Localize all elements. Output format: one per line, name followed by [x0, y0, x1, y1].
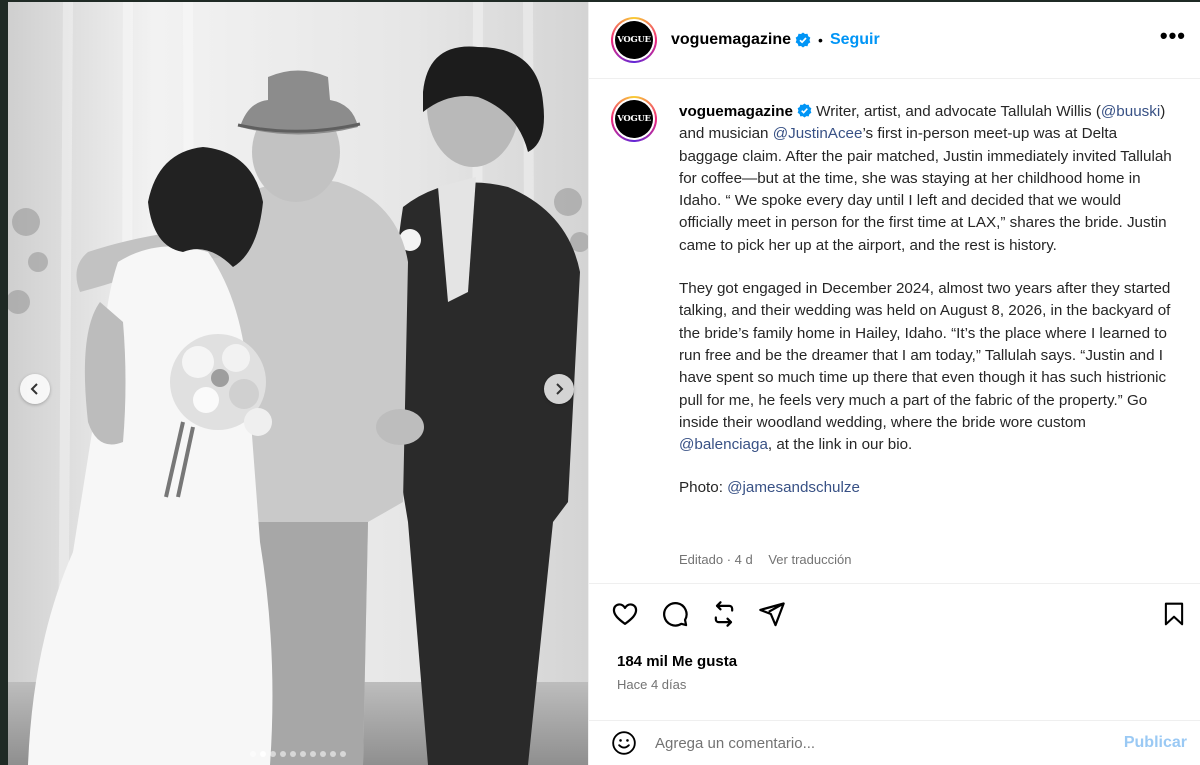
- verified-badge-icon: [795, 32, 811, 48]
- caption-segment: ’s first in-person meet-up was at Delta …: [679, 125, 1172, 254]
- comment-icon[interactable]: [661, 600, 689, 628]
- carousel-dot: [260, 751, 266, 757]
- action-bar: [611, 600, 1187, 630]
- mention-link[interactable]: @buuski: [1101, 103, 1160, 120]
- mention-link[interactable]: @jamesandschulze: [727, 479, 860, 496]
- more-options-icon[interactable]: •••: [1160, 25, 1186, 49]
- carousel-dot: [290, 751, 296, 757]
- mention-link[interactable]: @balenciaga: [679, 436, 768, 453]
- carousel-dot: [300, 751, 306, 757]
- carousel-dot: [250, 751, 256, 757]
- chevron-left-icon: [30, 383, 38, 395]
- carousel-dot: [280, 751, 286, 757]
- verified-badge-icon: [797, 103, 812, 118]
- chevron-right-icon: [556, 383, 564, 395]
- carousel-dot: [270, 751, 276, 757]
- comment-input[interactable]: [655, 734, 1124, 752]
- like-count[interactable]: 184 mil Me gusta: [617, 653, 737, 670]
- carousel-dot: [340, 751, 346, 757]
- caption-section: VOGUE voguemagazine Writer, artist, and …: [589, 80, 1200, 584]
- avatar-logo: VOGUE: [617, 35, 651, 45]
- emoji-icon[interactable]: [611, 730, 637, 756]
- avatar[interactable]: VOGUE: [611, 17, 657, 63]
- instagram-post-window: VOGUE voguemagazine • Seguir ••• VOGUE v…: [8, 2, 1200, 765]
- wedding-photo: [8, 2, 588, 765]
- bookmark-icon[interactable]: [1161, 600, 1187, 628]
- translate-link[interactable]: Ver traducción: [768, 552, 851, 567]
- separator-dot: •: [818, 32, 823, 48]
- follow-button[interactable]: Seguir: [830, 31, 880, 49]
- carousel-dot: [330, 751, 336, 757]
- comment-bar: Publicar: [589, 720, 1200, 765]
- carousel-dot: [320, 751, 326, 757]
- caption-segment: They got engaged in December 2024, almos…: [679, 280, 1171, 431]
- carousel-next-button[interactable]: [544, 374, 574, 404]
- header-username[interactable]: voguemagazine: [671, 31, 791, 49]
- carousel-prev-button[interactable]: [20, 374, 50, 404]
- post-details-panel: VOGUE voguemagazine • Seguir ••• VOGUE v…: [588, 2, 1200, 765]
- mention-link[interactable]: @JustinAcee: [773, 125, 863, 142]
- edited-label: Editado · 4 d: [679, 552, 753, 567]
- caption-avatar[interactable]: VOGUE: [611, 96, 657, 142]
- heart-icon[interactable]: [611, 600, 639, 628]
- post-timestamp: Hace 4 días: [617, 677, 687, 692]
- share-icon[interactable]: [758, 600, 786, 628]
- caption-meta: Editado · 4 d Ver traducción: [679, 552, 851, 567]
- post-header: VOGUE voguemagazine • Seguir •••: [589, 2, 1200, 79]
- carousel-dot: [310, 751, 316, 757]
- caption-segment: Writer, artist, and advocate Tallulah Wi…: [811, 103, 1101, 120]
- carousel-indicator: [8, 751, 588, 757]
- repost-icon[interactable]: [710, 600, 738, 628]
- photo-credit-label: Photo:: [679, 479, 728, 497]
- caption-username[interactable]: voguemagazine: [679, 103, 793, 120]
- post-media[interactable]: [8, 2, 588, 765]
- publish-button[interactable]: Publicar: [1124, 734, 1187, 752]
- caption-segment: , at the link in our bio.: [767, 436, 913, 454]
- avatar-logo: VOGUE: [617, 114, 651, 124]
- caption-text: voguemagazine Writer, artist, and advoca…: [679, 101, 1179, 521]
